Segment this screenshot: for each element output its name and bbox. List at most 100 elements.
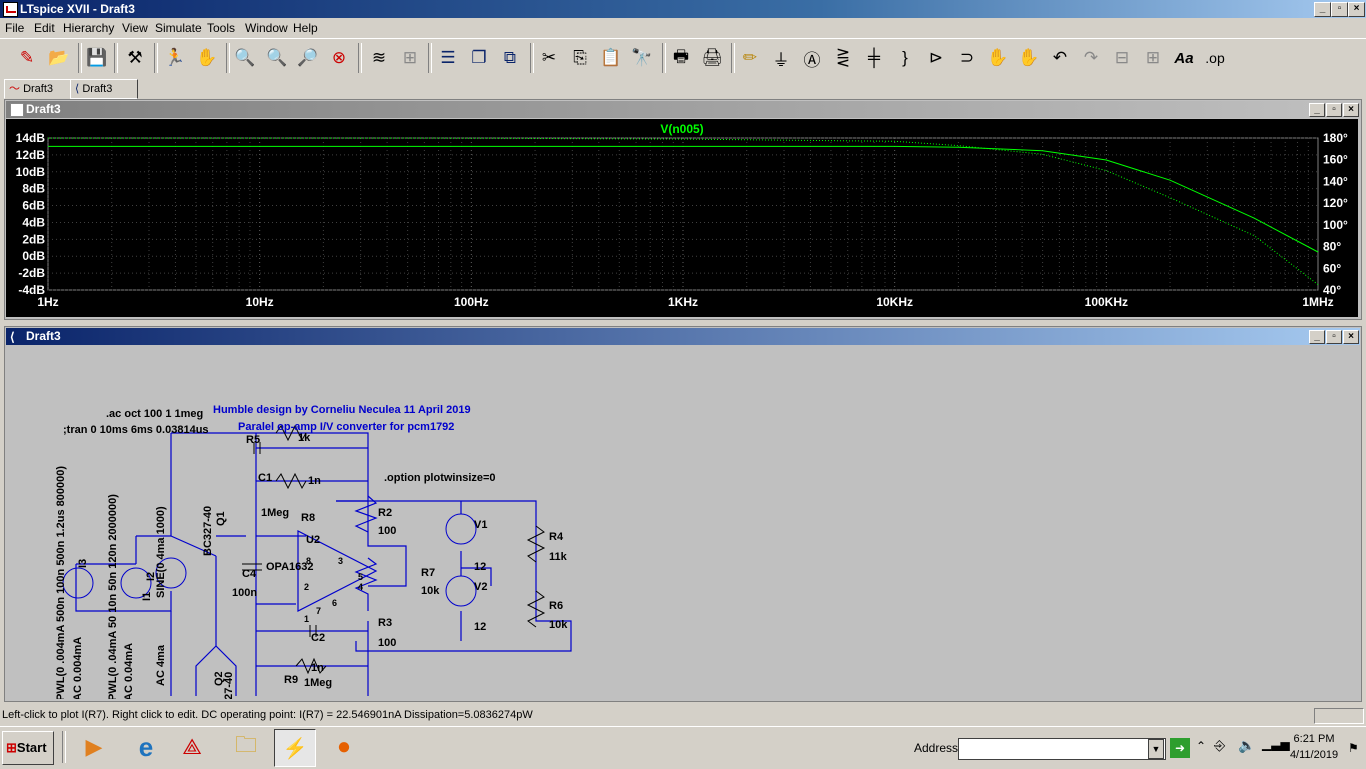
voltage-source-v1-symbol[interactable] — [445, 513, 477, 545]
i3-ac[interactable]: AC 0.004mA — [72, 637, 84, 699]
zoom-cancel-icon[interactable]: ⊗ — [326, 45, 352, 71]
tile-icon[interactable]: ⧉ — [497, 45, 523, 71]
menu-view[interactable]: View — [122, 21, 148, 35]
address-dropdown-icon[interactable]: ▼ — [1148, 739, 1164, 759]
move-icon[interactable]: ✋ — [985, 45, 1011, 71]
v1-value[interactable]: 12 — [474, 561, 486, 573]
print-icon[interactable]: 🖶 — [668, 45, 694, 71]
minimize-icon[interactable]: _ — [1309, 330, 1325, 344]
redo-icon[interactable]: ↷ — [1078, 45, 1104, 71]
c4-value[interactable]: 100n — [232, 587, 257, 599]
v2-label[interactable]: V2 — [474, 581, 487, 593]
r8-value[interactable]: 1Meg — [261, 507, 289, 519]
menu-simulate[interactable]: Simulate — [155, 21, 202, 35]
r7-value[interactable]: 10k — [421, 585, 440, 597]
spice-directive-icon[interactable]: .op — [1202, 45, 1228, 71]
text-icon[interactable]: Aa — [1171, 45, 1197, 71]
restore-icon[interactable]: ▫ — [1331, 2, 1348, 17]
i1-label[interactable]: I1 — [141, 592, 153, 601]
schematic-drawing[interactable]: Humble design by Corneliu Neculea 11 Apr… — [6, 346, 1358, 699]
autorange-icon[interactable]: ≋ — [366, 45, 392, 71]
q1-value[interactable]: BC327-40 — [202, 506, 214, 556]
close-icon[interactable]: × — [1343, 330, 1359, 344]
media-player-icon[interactable]: ▶ — [74, 729, 114, 765]
capacitor-icon[interactable]: ╪ — [861, 45, 887, 71]
q1-label[interactable]: Q1 — [215, 511, 227, 526]
r4-value[interactable]: 11k — [549, 551, 568, 563]
restore-icon[interactable]: ▫ — [1326, 330, 1342, 344]
cascade-icon[interactable]: ❐ — [466, 45, 492, 71]
r6-value[interactable]: 10k — [549, 619, 568, 631]
inductor-icon[interactable]: } — [892, 45, 918, 71]
diode-icon[interactable]: ⊳ — [923, 45, 949, 71]
c2-label[interactable]: C2 — [311, 632, 325, 644]
i1-source[interactable]: PWL(0 .04mA 50 10n 50n 120n 2000000) — [107, 494, 119, 699]
zoom-out-icon[interactable]: 🔎 — [295, 45, 321, 71]
menu-help[interactable]: Help — [293, 21, 318, 35]
volume-icon[interactable]: 🔈 — [1238, 737, 1255, 754]
rotate-icon[interactable]: ⊟ — [1109, 45, 1135, 71]
plot-pane[interactable]: V(n005) 14dB 12dB 10dB 8dB 6dB 4dB 2dB 0dB -2dB -… — [6, 119, 1358, 317]
r5-value[interactable]: 1k — [298, 432, 311, 444]
i3-source[interactable]: PWL(0 .004mA 500n 100n 500n 1.2us 800000… — [55, 466, 67, 699]
restore-icon[interactable]: ▫ — [1326, 103, 1342, 117]
v1-label[interactable]: V1 — [474, 519, 487, 531]
r7-label[interactable]: R7 — [421, 567, 435, 579]
r3-value[interactable]: 100 — [378, 637, 396, 649]
ac-directive[interactable]: .ac oct 100 1 1meg — [106, 408, 203, 420]
address-input[interactable] — [958, 738, 1166, 760]
internet-explorer-icon[interactable]: e — [126, 729, 166, 765]
i2-ac[interactable]: AC 4ma — [155, 644, 167, 686]
find-icon[interactable]: 🔭 — [629, 45, 655, 71]
menu-tools[interactable]: Tools — [207, 21, 235, 35]
credit-text[interactable]: Humble design by Corneliu Neculea 11 Apr… — [213, 404, 471, 416]
menu-edit[interactable]: Edit — [34, 21, 55, 35]
waveform-icon[interactable]: ⊞ — [397, 45, 423, 71]
i2-source[interactable]: SINE(0 4ma 1000) — [155, 506, 167, 598]
r6-label[interactable]: R6 — [549, 600, 563, 612]
zoom-in-icon[interactable]: 🔍 — [232, 45, 258, 71]
ground-icon[interactable]: ⏚ — [768, 45, 794, 71]
c4-label[interactable]: C4 — [242, 568, 257, 580]
tile-horizontal-icon[interactable]: ☰ — [435, 45, 461, 71]
paste-icon[interactable]: 📋 — [598, 45, 624, 71]
usb-icon[interactable]: ⎆ — [1214, 737, 1225, 754]
schematic-canvas[interactable]: Humble design by Corneliu Neculea 11 Apr… — [6, 346, 1358, 699]
r2-label[interactable]: R2 — [378, 507, 392, 519]
v2-value[interactable]: 12 — [474, 621, 486, 633]
open-icon[interactable]: 📂 — [46, 45, 72, 71]
save-icon[interactable]: 💾 — [84, 45, 110, 71]
r3-label[interactable]: R3 — [378, 617, 392, 629]
c1-label[interactable]: C1 — [258, 472, 272, 484]
folder-icon[interactable]: 🗀 — [226, 729, 266, 765]
control-panel-icon[interactable]: ⚒ — [122, 45, 148, 71]
trace-label[interactable]: V(n005) — [660, 122, 703, 136]
tran-directive[interactable]: ;tran 0 10ms 6ms 0.03814us — [63, 424, 209, 436]
print-setup-icon[interactable]: 🖨 — [699, 45, 725, 71]
wire-icon[interactable]: ✏ — [737, 45, 763, 71]
resistor-icon[interactable]: ⋛ — [830, 45, 856, 71]
undo-icon[interactable]: ↶ — [1047, 45, 1073, 71]
ltspice-taskbar-icon[interactable]: ⚡ — [274, 729, 316, 767]
r9-value[interactable]: 1Meg — [304, 677, 332, 689]
i3-label[interactable]: I3 — [77, 559, 89, 568]
cut-icon[interactable]: ✂ — [536, 45, 562, 71]
new-schematic-icon[interactable]: ✎ — [14, 45, 40, 71]
voltage-source-v2-symbol[interactable] — [445, 575, 477, 607]
close-icon[interactable]: × — [1343, 103, 1359, 117]
r8-label[interactable]: R8 — [301, 512, 315, 524]
acrobat-icon[interactable]: ⟁ — [172, 729, 212, 765]
label-net-icon[interactable]: Ⓐ — [799, 45, 825, 71]
menu-window[interactable]: Window — [245, 21, 288, 35]
minimize-icon[interactable]: _ — [1309, 103, 1325, 117]
copy-icon[interactable]: ⎘ — [567, 45, 593, 71]
i1-ac[interactable]: AC 0.04mA — [123, 643, 135, 699]
menu-file[interactable]: File — [5, 21, 24, 35]
clock[interactable]: 6:21 PM 4/11/2019 — [1284, 731, 1344, 763]
go-icon[interactable]: ➜ — [1170, 738, 1190, 758]
drag-icon[interactable]: ✋ — [1016, 45, 1042, 71]
u2-label[interactable]: U2 — [306, 534, 320, 546]
c2-value[interactable]: 1n — [311, 662, 324, 674]
plot-svg[interactable]: V(n005) 14dB12dB10dB8dB6dB4dB2dB0dB-2dB-… — [6, 119, 1358, 317]
run-icon[interactable]: 🏃 — [162, 45, 188, 71]
